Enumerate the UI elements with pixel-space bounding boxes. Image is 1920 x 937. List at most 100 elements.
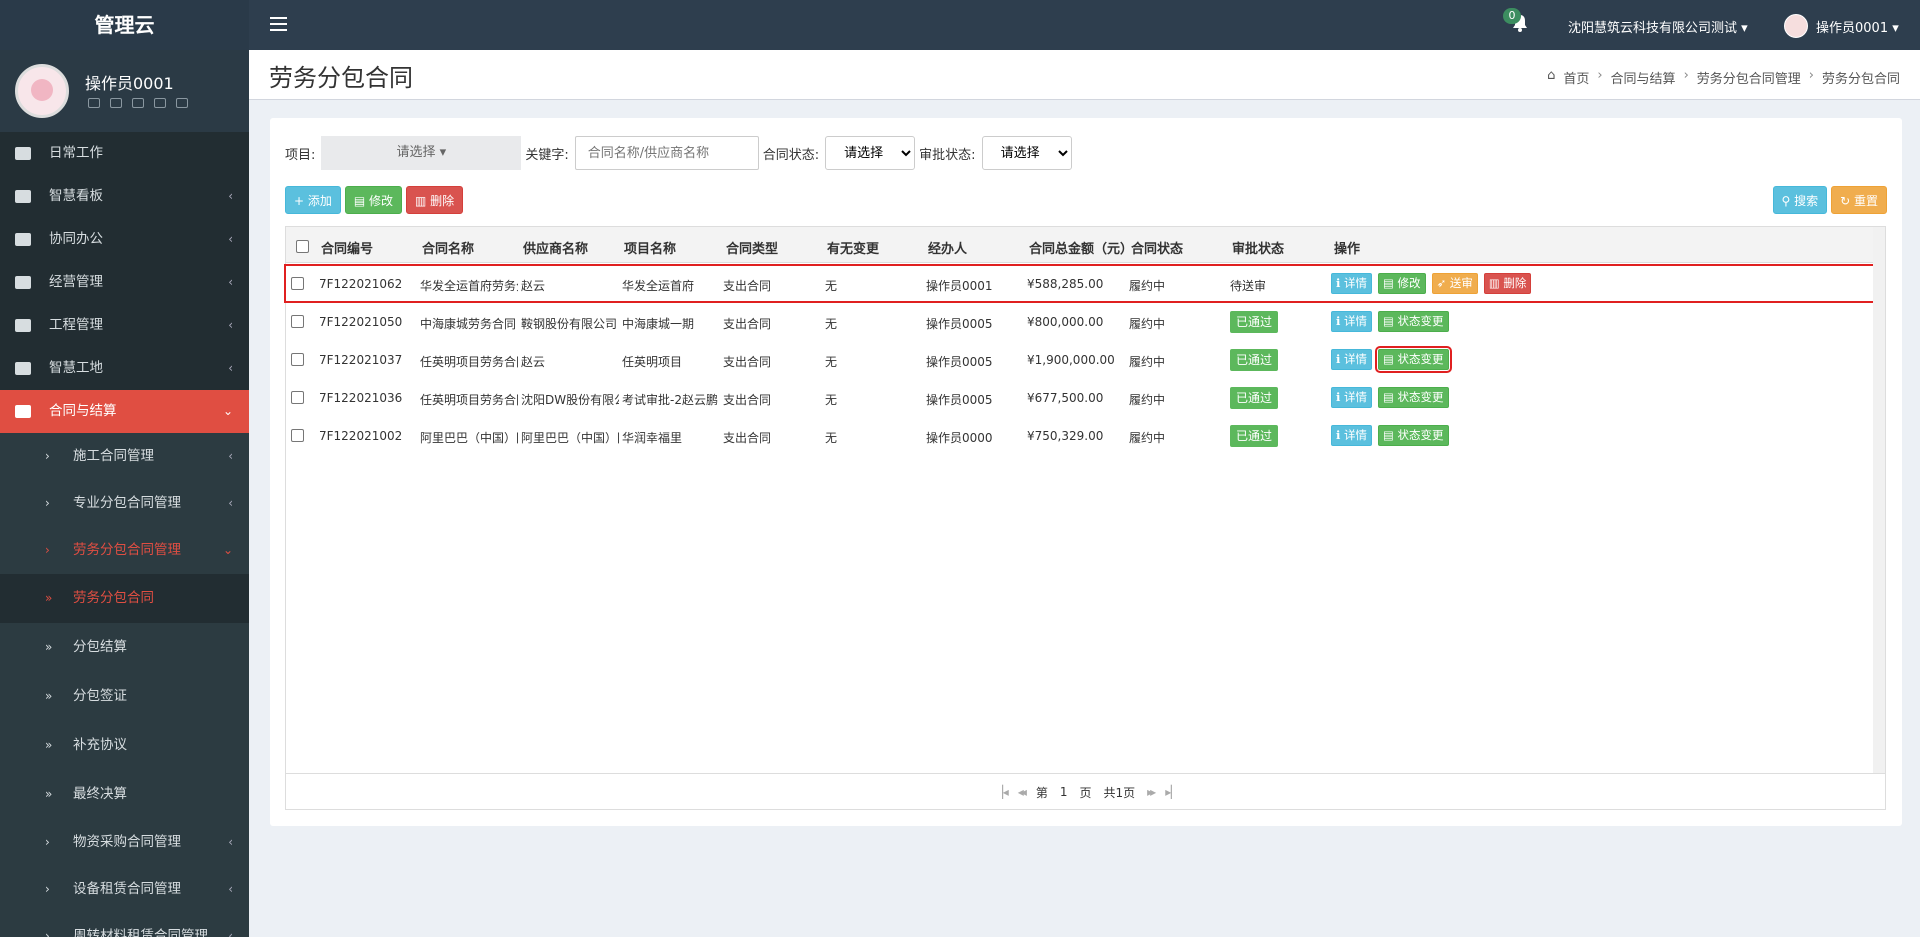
edit-button[interactable]: ▤ 修改 — [344, 186, 403, 214]
contract-amount: ¥750,329.00 — [1027, 429, 1104, 443]
approval-status-select[interactable]: 请选择 — [981, 136, 1072, 170]
status-change-button[interactable]: ▤ 状态变更 — [1378, 425, 1449, 446]
user-icon[interactable] — [88, 98, 100, 108]
status-change-button[interactable]: ▤ 状态变更 — [1378, 311, 1449, 332]
menu-item-smart-site[interactable]: 智慧工地 ‹ — [0, 347, 249, 390]
submenu-supplementary-agreement[interactable]: »补充协议 — [0, 721, 249, 770]
breadcrumb-current: 劳务分包合同 — [1821, 72, 1900, 87]
row-actions: ℹ 详情 ▤ 状态变更 — [1331, 346, 1452, 373]
submenu-professional-subcontracts[interactable]: ›专业分包合同管理‹ — [0, 480, 249, 527]
search-button[interactable]: ⚲ 搜索 — [1772, 186, 1828, 214]
status-change-button[interactable]: ▤ 状态变更 — [1375, 346, 1452, 373]
last-page-icon[interactable]: ▸⎮ — [1165, 785, 1174, 799]
users-icon — [15, 233, 31, 246]
change-flag: 无 — [825, 431, 838, 445]
column-header[interactable]: 合同总金额（元） — [1029, 238, 1133, 257]
double-chevron-icon: » — [45, 689, 53, 703]
column-header[interactable]: 有无变更 — [827, 238, 879, 257]
double-chevron-icon: » — [45, 738, 53, 752]
menu-item-dashboard[interactable]: 智慧看板 ‹ — [0, 175, 249, 218]
add-button[interactable]: + 添加 — [285, 186, 341, 214]
edit-icon[interactable] — [132, 98, 144, 108]
detail-button[interactable]: ℹ 详情 — [1331, 387, 1373, 408]
user-menu-label: 操作员0001 ▾ — [1816, 20, 1899, 36]
detail-button[interactable]: ℹ 详情 — [1331, 425, 1373, 446]
column-header[interactable]: 合同状态 — [1131, 238, 1183, 257]
menu-item-daily-work[interactable]: 日常工作 — [0, 132, 249, 175]
row-checkbox[interactable] — [291, 315, 304, 328]
detail-button[interactable]: ℹ 详情 — [1331, 349, 1373, 370]
column-header[interactable]: 审批状态 — [1232, 238, 1284, 257]
table-row[interactable]: 7F122021002 阿里巴巴（中国）网络 阿里巴巴（中国）网络 华润幸福里 … — [286, 417, 1874, 455]
row-checkbox[interactable] — [291, 429, 304, 442]
total-pages: 共1页 — [1103, 785, 1136, 800]
submenu-turnover-material-lease[interactable]: ›周转材料租赁合同管理‹ — [0, 913, 249, 937]
submenu-final-accounts[interactable]: »最终决算 — [0, 770, 249, 819]
avatar — [1784, 14, 1808, 38]
prev-page-icon[interactable]: ◂◂ — [1018, 785, 1027, 799]
column-header[interactable]: 合同类型 — [726, 238, 778, 257]
page-number-input[interactable]: 1 — [1060, 785, 1068, 799]
user-menu[interactable]: 操作员0001 ▾ — [1784, 13, 1899, 39]
main-box: 项目: 请选择 ▾ 关键字: 合同状态: 请选择 审批状态: 请选择 + 添加 … — [270, 118, 1902, 826]
chevron-left-icon: ‹ — [228, 275, 233, 289]
keyword-input[interactable] — [574, 136, 759, 170]
key-icon[interactable] — [154, 98, 166, 108]
table-row[interactable]: 7F122021037 任英明项目劳务合同（ 赵云 任英明项目 支出合同 无 操… — [286, 341, 1874, 379]
menu-item-engineering[interactable]: 工程管理 ‹ — [0, 304, 249, 347]
submenu-labor-subcontract[interactable]: »劳务分包合同 — [0, 574, 249, 623]
next-page-icon[interactable]: ▸▸ — [1147, 785, 1156, 799]
breadcrumb-home[interactable]: 首页 — [1563, 68, 1589, 87]
submenu-construction-contracts[interactable]: ›施工合同管理‹ — [0, 433, 249, 480]
contract-code: 7F122021037 — [319, 353, 403, 367]
submenu-equipment-lease[interactable]: ›设备租赁合同管理‹ — [0, 866, 249, 913]
id-card-icon[interactable] — [110, 98, 122, 108]
logout-icon[interactable] — [176, 98, 188, 108]
chevron-down-icon: ⌄ — [222, 543, 233, 557]
user-panel: 操作员0001 — [0, 50, 249, 132]
home-icon: ⌂ — [1547, 68, 1556, 83]
column-header[interactable]: 供应商名称 — [523, 238, 588, 257]
breadcrumb-contracts[interactable]: 合同与结算 — [1611, 68, 1676, 87]
project-select[interactable]: 请选择 ▾ — [321, 136, 522, 170]
double-chevron-icon: » — [45, 787, 53, 801]
contract-status-select[interactable]: 请选择 — [825, 136, 916, 170]
menu-item-business[interactable]: 经营管理 ‹ — [0, 261, 249, 304]
row-checkbox[interactable] — [291, 353, 304, 366]
column-header[interactable]: 项目名称 — [624, 238, 676, 257]
column-header[interactable]: 合同名称 — [422, 238, 474, 257]
table-row[interactable]: 7F122021050 中海康城劳务合同 鞍钢股份有限公司 中海康城一期 支出合… — [286, 303, 1874, 341]
contract-name: 阿里巴巴（中国）网络 — [420, 431, 518, 445]
contract-type: 支出合同 — [723, 431, 772, 445]
detail-button[interactable]: ℹ 详情 — [1331, 311, 1373, 332]
app-logo[interactable]: 管理云 — [0, 0, 249, 50]
project-label: 项目: — [285, 147, 316, 163]
contract-code: 7F122021050 — [319, 315, 403, 329]
row-checkbox[interactable] — [291, 391, 304, 404]
menu-item-office[interactable]: 协同办公 ‹ — [0, 218, 249, 261]
contract-amount: ¥1,900,000.00 — [1027, 353, 1115, 367]
submenu-material-purchase[interactable]: ›物资采购合同管理‹ — [0, 819, 249, 866]
select-all-checkbox[interactable] — [296, 240, 309, 253]
contracts-submenu: ›施工合同管理‹ ›专业分包合同管理‹ ›劳务分包合同管理⌄ »劳务分包合同 »… — [0, 433, 249, 937]
column-header[interactable]: 经办人 — [928, 238, 967, 257]
status-change-button[interactable]: ▤ 状态变更 — [1378, 387, 1449, 408]
submenu-subcontract-visa[interactable]: »分包签证 — [0, 672, 249, 721]
submenu-subcontract-settlement[interactable]: »分包结算 — [0, 623, 249, 672]
table-scrollbar[interactable] — [1873, 227, 1885, 773]
chevron-left-icon: ‹ — [228, 361, 233, 375]
reset-button[interactable]: ↻ 重置 — [1831, 186, 1887, 214]
column-header[interactable]: 合同编号 — [321, 238, 373, 257]
first-page-icon[interactable]: ⎮◂ — [1000, 785, 1009, 799]
breadcrumb-labor-management[interactable]: 劳务分包合同管理 — [1697, 68, 1801, 87]
row-actions: ℹ 详情 ▤ 状态变更 — [1331, 311, 1449, 332]
menu-item-contracts[interactable]: 合同与结算 ⌄ — [0, 390, 249, 433]
company-dropdown[interactable]: 沈阳慧筑云科技有限公司测试 ▾ — [1568, 17, 1748, 36]
delete-button[interactable]: ▥ 删除 — [406, 186, 464, 214]
table-row[interactable]: 7F122021036 任英明项目劳务合同（ 沈阳DW股份有限公司 考试审批-2… — [286, 379, 1874, 417]
notification-badge: 0 — [1503, 8, 1521, 24]
sidebar-toggle-icon[interactable] — [270, 17, 287, 31]
submenu-labor-subcontract-management[interactable]: ›劳务分包合同管理⌄ — [0, 527, 249, 574]
breadcrumb: ⌂ 首页 › 合同与结算 › 劳务分包合同管理 › 劳务分包合同 — [1547, 68, 1900, 87]
chevron-left-icon: ‹ — [228, 835, 233, 849]
